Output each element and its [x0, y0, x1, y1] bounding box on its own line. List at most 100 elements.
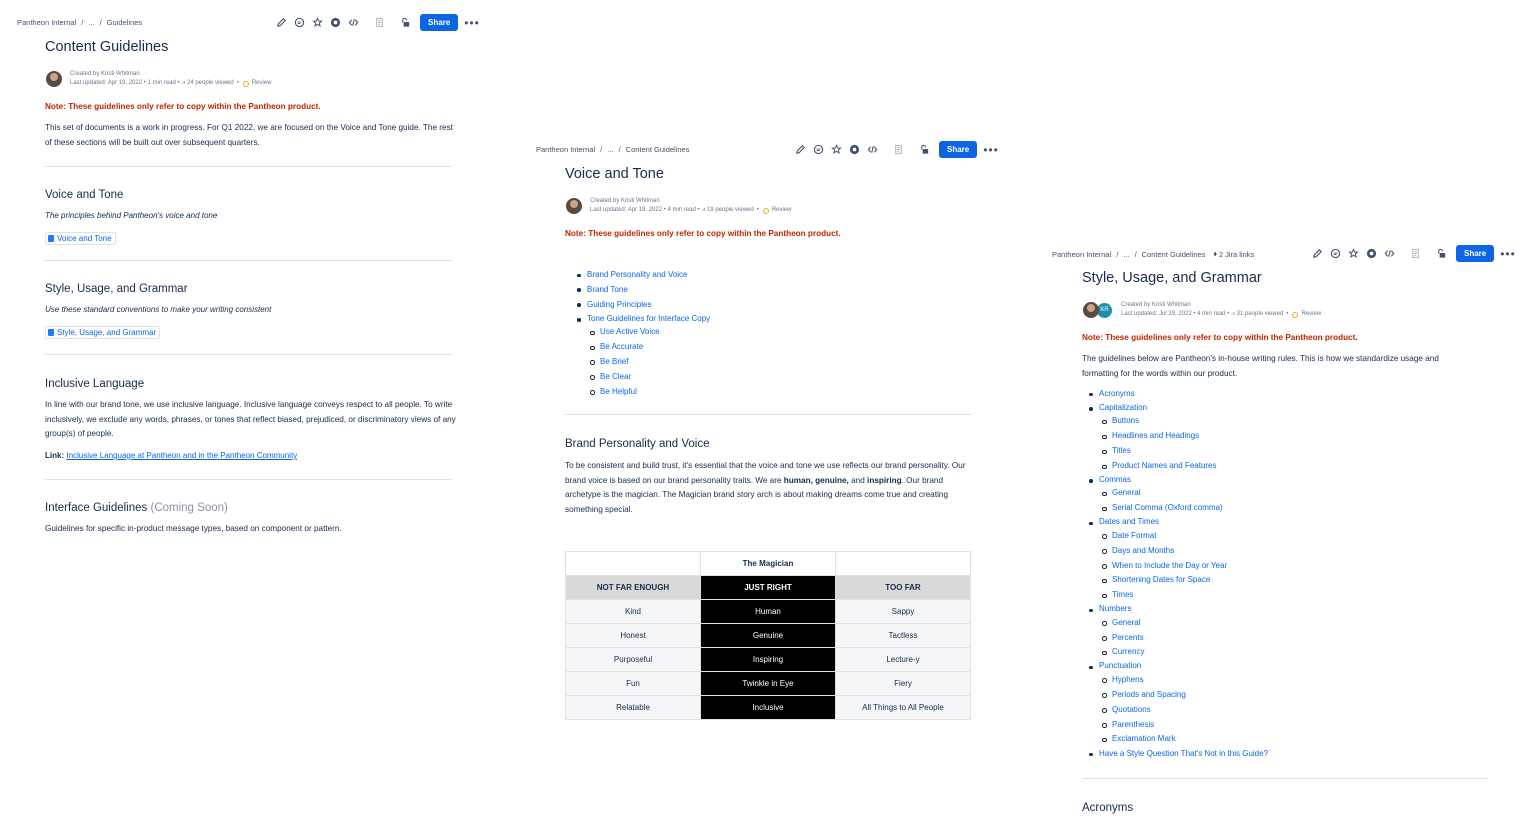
table-cell: Twinkle in Eye [700, 671, 836, 696]
review-status[interactable]: Review [1301, 310, 1321, 319]
embed-code-icon[interactable] [863, 143, 881, 157]
toc-item[interactable]: Brand Personality and Voice [574, 268, 710, 283]
toc-item[interactable]: Punctuation [1086, 660, 1268, 673]
restrictions-lock-icon[interactable] [1432, 247, 1450, 261]
note-text: Note: These guidelines only refer to cop… [565, 229, 841, 238]
watch-eye-icon[interactable] [326, 16, 344, 30]
more-actions-icon[interactable]: ••• [1500, 247, 1516, 261]
more-actions-icon[interactable]: ••• [464, 16, 480, 30]
edit-pencil-icon[interactable] [791, 143, 809, 157]
toc-subitem[interactable]: General [1086, 616, 1268, 631]
embed-code-icon[interactable] [1380, 247, 1398, 261]
comment-icon[interactable] [290, 16, 308, 30]
page-link-voice-tone[interactable]: Voice and Tone [45, 232, 116, 245]
star-icon[interactable] [308, 16, 326, 30]
toc-subitem[interactable]: Times [1086, 588, 1268, 603]
toc-subitem[interactable]: Hyphens [1086, 673, 1268, 688]
breadcrumb-space[interactable]: Pantheon Internal [1052, 250, 1111, 259]
breadcrumb-ellipsis[interactable]: ... [88, 18, 94, 27]
magician-table: The Magician NOT FAR ENOUGH JUST RIGHT T… [565, 551, 971, 720]
breadcrumb-space[interactable]: Pantheon Internal [536, 145, 595, 154]
toc-subitem[interactable]: Use Active Voice [574, 325, 710, 340]
table-cell: All Things to All People [835, 695, 971, 720]
author-name[interactable]: Kristi Whitman [621, 198, 660, 204]
restrictions-lock-icon[interactable] [915, 143, 933, 157]
breadcrumb-parent[interactable]: Content Guidelines [1142, 250, 1206, 259]
page-link-style-usage[interactable]: Style, Usage, and Grammar [45, 326, 161, 339]
views-count[interactable]: 31 people viewed [1237, 310, 1284, 319]
review-status[interactable]: Review [772, 206, 792, 215]
watch-eye-icon[interactable] [845, 143, 863, 157]
views-count[interactable]: 19 people viewed [707, 206, 754, 215]
breadcrumb-parent[interactable]: Content Guidelines [626, 145, 690, 154]
inclusive-language-link[interactable]: Inclusive Language at Pantheon and in th… [66, 451, 297, 460]
table-cell: Genuine [700, 623, 836, 648]
toc-subitem[interactable]: Percents [1086, 631, 1268, 646]
toc-subitem[interactable]: Days and Months [1086, 544, 1268, 559]
toc-item[interactable]: Guiding Principles [574, 298, 710, 313]
toc-subitem[interactable]: Headlines and Headings [1086, 429, 1268, 444]
toc-item[interactable]: Tone Guidelines for Interface Copy [574, 313, 710, 326]
page-title: Voice and Tone [565, 166, 664, 182]
comment-icon[interactable] [809, 143, 827, 157]
toc-item[interactable]: Acronyms [1086, 387, 1268, 402]
avatar[interactable] [566, 198, 582, 214]
embed-code-icon[interactable] [344, 16, 362, 30]
star-icon[interactable] [1344, 247, 1362, 261]
share-button[interactable]: Share [939, 141, 978, 158]
toc-item[interactable]: Commas [1086, 474, 1268, 487]
toc-subitem[interactable]: Serial Comma (Oxford comma) [1086, 501, 1268, 516]
review-status[interactable]: Review [252, 79, 272, 88]
table-cell-empty [565, 551, 701, 576]
toc-subitem[interactable]: Be Helpful [574, 385, 710, 400]
toc-item[interactable]: Brand Tone [574, 283, 710, 298]
share-button[interactable]: Share [1456, 245, 1495, 262]
comment-icon[interactable] [1326, 247, 1344, 261]
toc-item[interactable]: Capitalization [1086, 402, 1268, 415]
note-text: Note: These guidelines only refer to cop… [1082, 333, 1358, 342]
toc-item[interactable]: Have a Style Question That's Not in this… [1086, 747, 1268, 762]
breadcrumb-ellipsis[interactable]: ... [1123, 250, 1129, 259]
table-header: TOO FAR [835, 575, 971, 600]
breadcrumb-ellipsis[interactable]: ... [607, 145, 613, 154]
toc-subitem[interactable]: Periods and Spacing [1086, 688, 1268, 703]
toc-subitem[interactable]: Parenthesis [1086, 718, 1268, 733]
toc-subitem[interactable]: Titles [1086, 444, 1268, 459]
share-button[interactable]: Share [420, 14, 459, 31]
bold-text: human, genuine, [783, 475, 849, 485]
page-info-icon[interactable] [889, 143, 907, 157]
restrictions-lock-icon[interactable] [396, 16, 414, 30]
edit-pencil-icon[interactable] [1308, 247, 1326, 261]
avatar[interactable] [1083, 302, 1099, 318]
toc-subitem[interactable]: Be Clear [574, 370, 710, 385]
toc-subitem[interactable]: When to Include the Day or Year [1086, 559, 1268, 574]
author-name[interactable]: Kristi Whitman [1152, 302, 1191, 308]
table-row: Relatable Inclusive All Things to All Pe… [565, 695, 971, 720]
toc-subitem[interactable]: Shortening Dates for Space [1086, 573, 1268, 588]
toc-subitem[interactable]: Date Format [1086, 529, 1268, 544]
more-actions-icon[interactable]: ••• [983, 143, 999, 157]
edit-pencil-icon[interactable] [272, 16, 290, 30]
jira-links[interactable]: 2 Jira links [1219, 250, 1254, 259]
breadcrumb-parent[interactable]: Guidelines [107, 18, 142, 27]
avatar[interactable] [46, 71, 62, 87]
toc-subitem[interactable]: Buttons [1086, 414, 1268, 429]
author-name[interactable]: Kristi Whitman [101, 71, 140, 77]
toc-item[interactable]: Dates and Times [1086, 516, 1268, 529]
star-icon[interactable] [827, 143, 845, 157]
watch-eye-icon[interactable] [1362, 247, 1380, 261]
toc-subitem[interactable]: Be Brief [574, 355, 710, 370]
toc-subitem[interactable]: Product Names and Features [1086, 459, 1268, 474]
breadcrumb-space[interactable]: Pantheon Internal [17, 18, 76, 27]
page-info-icon[interactable] [1406, 247, 1424, 261]
page-title: Style, Usage, and Grammar [1082, 270, 1262, 286]
toc-subitem[interactable]: Be Accurate [574, 340, 710, 355]
toc-subitem[interactable]: General [1086, 486, 1268, 501]
toc-subitem[interactable]: Currency [1086, 645, 1268, 660]
page-link-label: Voice and Tone [57, 234, 112, 243]
toc-item[interactable]: Numbers [1086, 603, 1268, 616]
views-count[interactable]: 24 people viewed [187, 79, 234, 88]
page-info-icon[interactable] [370, 16, 388, 30]
toc-subitem[interactable]: Exclamation Mark [1086, 732, 1268, 747]
toc-subitem[interactable]: Quotations [1086, 703, 1268, 718]
